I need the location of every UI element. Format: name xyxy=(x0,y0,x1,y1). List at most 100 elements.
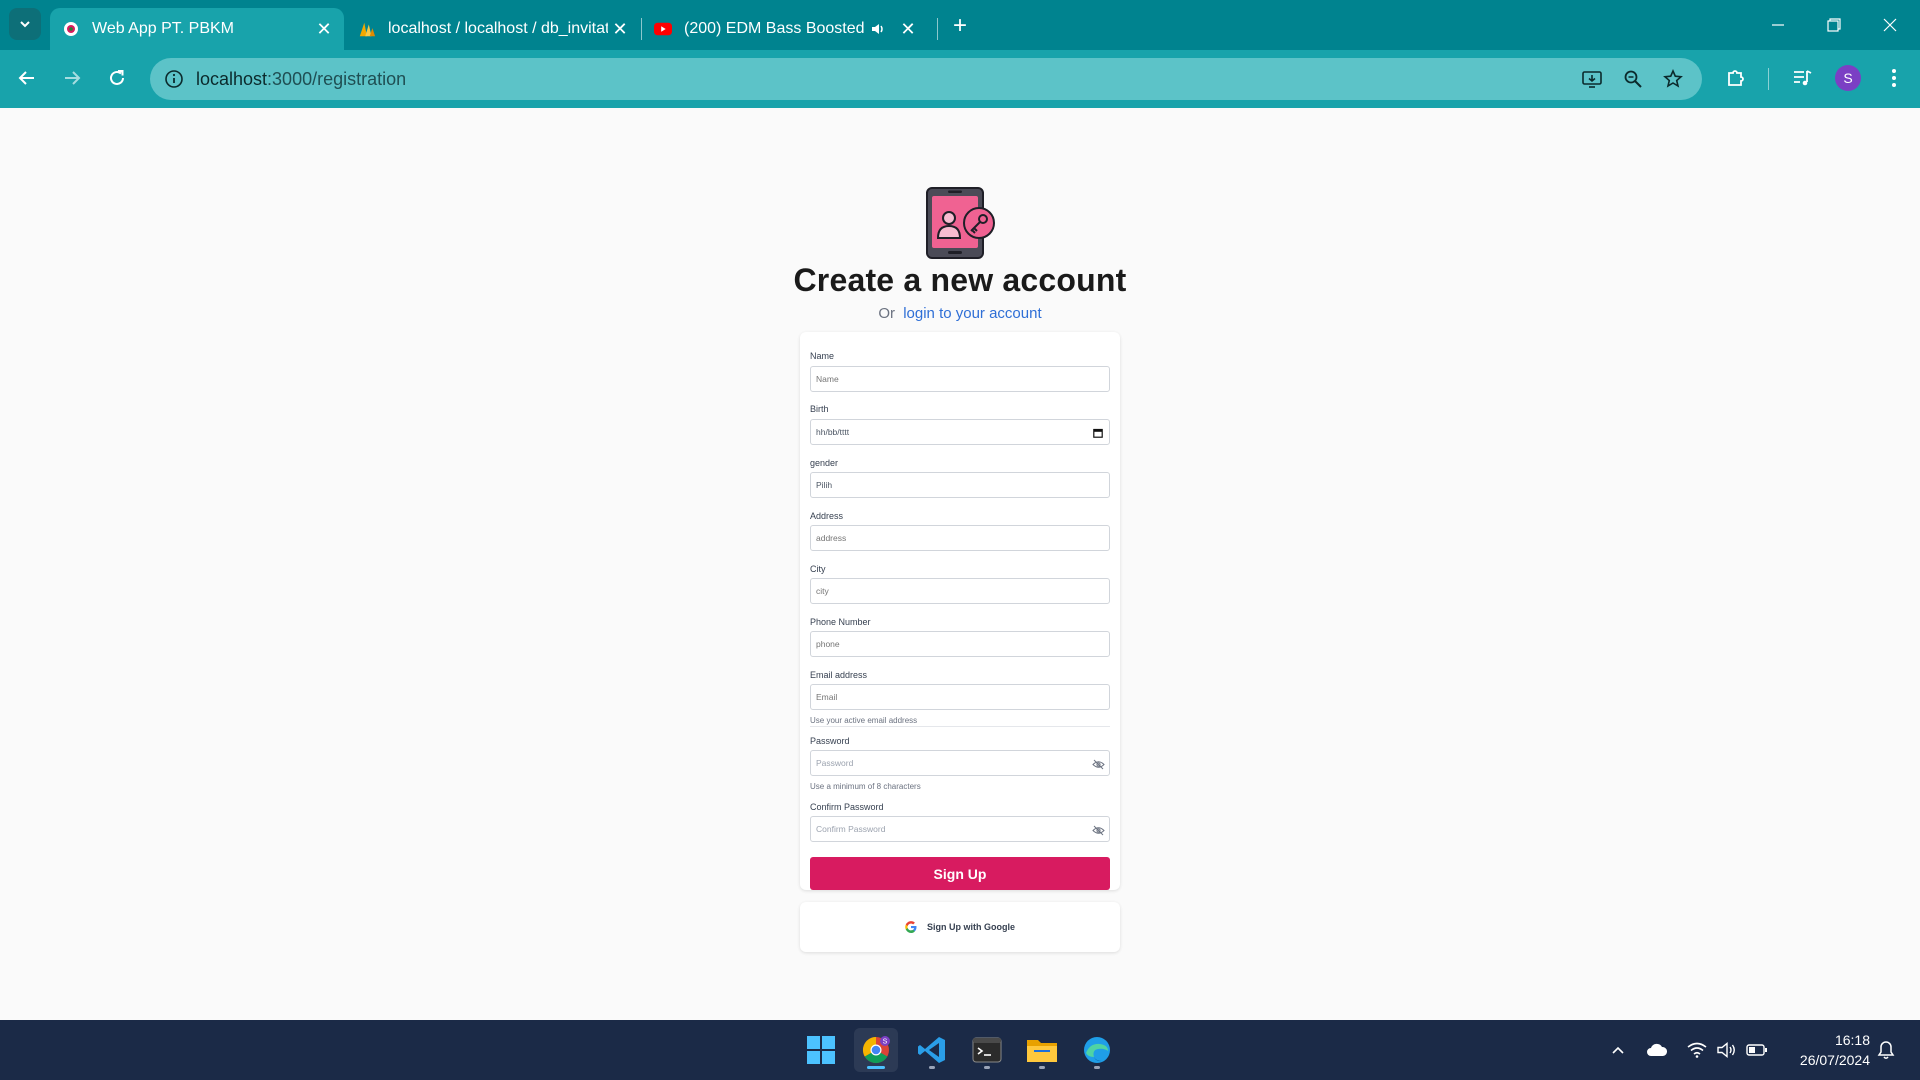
email-input[interactable] xyxy=(810,684,1110,710)
google-sign-up-label: Sign Up with Google xyxy=(927,922,1015,932)
password-input[interactable]: Password xyxy=(810,750,1110,776)
browser-tab-strip: Web App PT. PBKM ✕ localhost / localhost… xyxy=(0,0,1920,50)
address-label: Address xyxy=(810,511,844,521)
browser-toolbar: localhost:3000/registration S xyxy=(0,50,1920,108)
confirm-password-label: Confirm Password xyxy=(810,802,884,812)
taskbar-edge[interactable] xyxy=(1075,1028,1119,1072)
registration-form: Name Birth hh/bb/tttt gender Pilih Addre… xyxy=(800,332,1120,890)
arrow-left-icon xyxy=(18,71,34,85)
extensions-button[interactable] xyxy=(1722,64,1750,92)
playlist-music-icon xyxy=(1794,70,1812,86)
tab-title: Web App PT. PBKM xyxy=(92,20,234,37)
back-button[interactable] xyxy=(11,62,43,94)
account-key-icon xyxy=(926,187,995,259)
sign-up-button[interactable]: Sign Up xyxy=(810,857,1110,890)
login-link[interactable]: login to your account xyxy=(903,305,1041,322)
reload-icon xyxy=(110,70,124,85)
windows-logo-icon xyxy=(807,1036,835,1064)
city-input[interactable] xyxy=(810,578,1110,604)
minimize-icon xyxy=(1772,24,1784,26)
app-favicon-icon xyxy=(62,20,80,38)
vscode-icon xyxy=(918,1037,945,1063)
phpmyadmin-icon xyxy=(358,20,376,38)
url-text: localhost:3000/registration xyxy=(196,69,406,90)
forward-button[interactable] xyxy=(56,62,88,94)
browser-menu-button[interactable] xyxy=(1880,64,1908,92)
youtube-icon xyxy=(654,20,672,38)
active-app-indicator xyxy=(867,1066,885,1069)
reload-button[interactable] xyxy=(101,62,133,94)
tab-search-button[interactable] xyxy=(9,8,41,40)
terminal-icon xyxy=(972,1037,1002,1063)
birth-date-input[interactable]: hh/bb/tttt xyxy=(810,419,1110,445)
close-icon[interactable]: ✕ xyxy=(608,17,632,41)
hint-divider xyxy=(810,726,1110,727)
gender-selected-value: Pilih xyxy=(816,480,833,490)
onedrive-cloud-icon[interactable] xyxy=(1646,1040,1668,1060)
start-button[interactable] xyxy=(799,1028,843,1072)
restore-icon xyxy=(1827,18,1841,32)
name-input[interactable] xyxy=(810,366,1110,392)
confirm-password-placeholder: Confirm Password xyxy=(816,824,886,834)
calendar-icon[interactable] xyxy=(1091,426,1105,440)
email-label: Email address xyxy=(810,670,868,680)
google-sign-up-button[interactable]: Sign Up with Google xyxy=(800,902,1120,952)
edge-icon xyxy=(1084,1037,1110,1063)
tab-title: localhost / localhost / db_invitation xyxy=(388,20,608,37)
running-app-indicator xyxy=(984,1066,990,1069)
confirm-password-input[interactable]: Confirm Password xyxy=(810,816,1110,842)
media-controls-button[interactable] xyxy=(1788,64,1816,92)
system-clock[interactable]: 16:18 26/07/2024 xyxy=(1780,1030,1870,1070)
clock-date: 26/07/2024 xyxy=(1799,1052,1870,1068)
running-app-indicator xyxy=(1094,1066,1100,1069)
close-icon[interactable]: ✕ xyxy=(896,17,920,41)
chrome-icon: S xyxy=(862,1036,890,1064)
password-hint: Use a minimum of 8 characters xyxy=(810,782,921,791)
taskbar-vscode[interactable] xyxy=(910,1028,954,1072)
eye-off-icon[interactable] xyxy=(1091,757,1105,771)
phone-input[interactable] xyxy=(810,631,1110,657)
volume-icon[interactable] xyxy=(1716,1040,1738,1060)
running-app-indicator xyxy=(1039,1066,1045,1069)
phone-label: Phone Number xyxy=(810,617,871,627)
tab-title: (200) EDM Bass Boosted Music xyxy=(684,20,868,37)
restore-button[interactable] xyxy=(1814,10,1854,40)
site-info-icon[interactable] xyxy=(162,67,186,91)
tab-phpmyadmin[interactable]: localhost / localhost / db_invitation ✕ xyxy=(346,8,640,50)
speaker-icon[interactable] xyxy=(868,19,888,39)
window-close-button[interactable] xyxy=(1870,10,1910,40)
install-app-icon[interactable] xyxy=(1580,67,1604,91)
address-input[interactable] xyxy=(810,525,1110,551)
zoom-icon[interactable] xyxy=(1621,67,1645,91)
show-hidden-icons-chevron-up-icon[interactable] xyxy=(1607,1040,1629,1060)
toolbar-divider xyxy=(1768,68,1769,90)
bookmark-star-icon[interactable] xyxy=(1661,67,1685,91)
url-host: localhost xyxy=(196,69,268,89)
city-label: City xyxy=(810,564,826,574)
taskbar-file-explorer[interactable] xyxy=(1020,1028,1064,1072)
more-vertical-icon xyxy=(1892,69,1896,87)
taskbar-chrome[interactable]: S xyxy=(854,1028,898,1072)
password-label: Password xyxy=(810,736,850,746)
birth-label: Birth xyxy=(810,404,829,414)
tab-web-app[interactable]: Web App PT. PBKM ✕ xyxy=(50,8,344,50)
notification-bell-icon[interactable] xyxy=(1875,1040,1897,1060)
minimize-button[interactable] xyxy=(1758,10,1798,40)
arrow-right-icon xyxy=(65,71,81,85)
gender-select[interactable]: Pilih xyxy=(810,472,1110,498)
chevron-down-icon xyxy=(20,21,30,28)
close-icon xyxy=(1883,18,1897,32)
taskbar-terminal[interactable] xyxy=(965,1028,1009,1072)
wifi-icon[interactable] xyxy=(1686,1040,1708,1060)
tab-youtube[interactable]: (200) EDM Bass Boosted Music ✕ xyxy=(642,8,934,50)
birth-date-value: hh/bb/tttt xyxy=(816,427,850,437)
profile-avatar[interactable]: S xyxy=(1835,65,1861,91)
login-prompt-prefix: Or xyxy=(878,305,896,322)
eye-off-icon[interactable] xyxy=(1091,823,1105,837)
battery-icon[interactable] xyxy=(1746,1040,1768,1060)
address-bar[interactable]: localhost:3000/registration xyxy=(150,58,1702,100)
puzzle-icon xyxy=(1728,70,1744,86)
new-tab-button[interactable]: + xyxy=(946,12,974,40)
running-app-indicator xyxy=(929,1066,935,1069)
close-icon[interactable]: ✕ xyxy=(312,17,336,41)
